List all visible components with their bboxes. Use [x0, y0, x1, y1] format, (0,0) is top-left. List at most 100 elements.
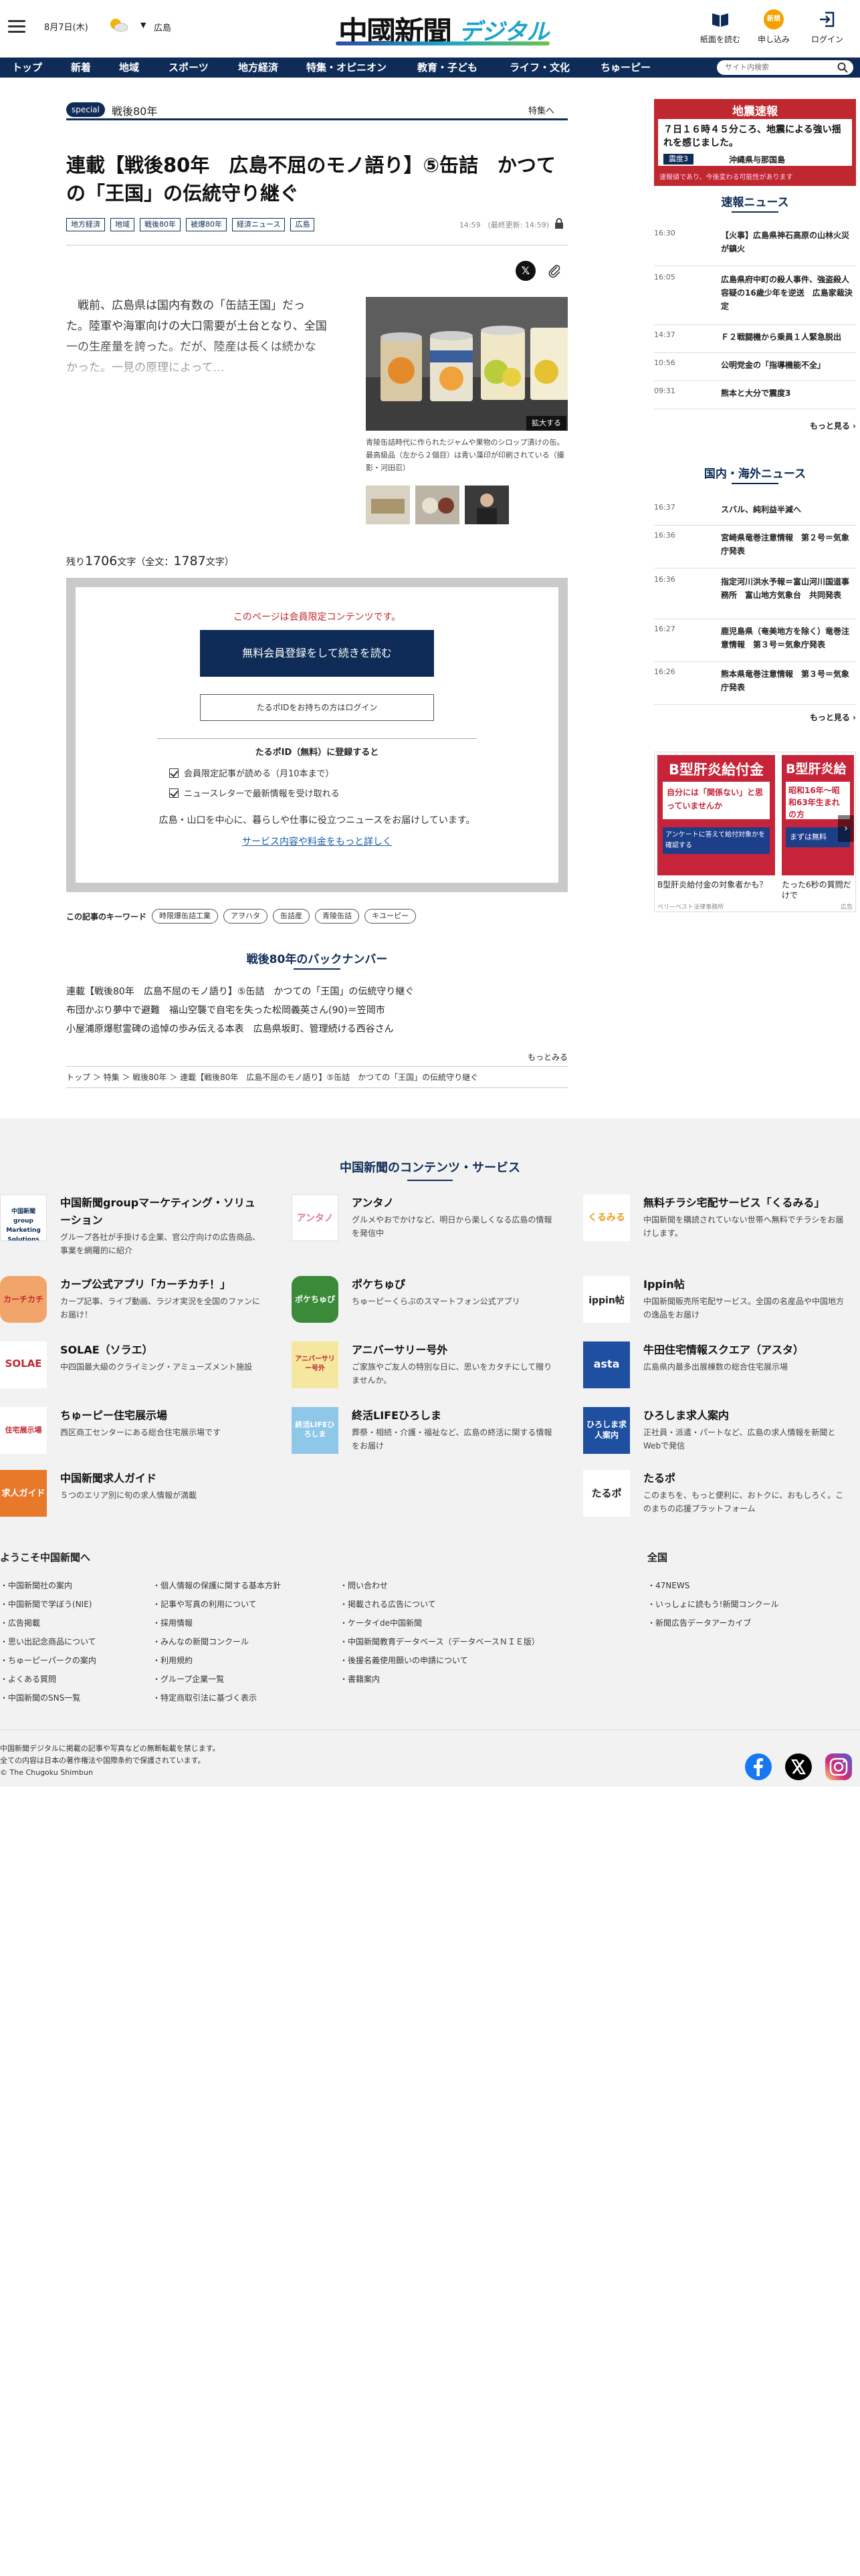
backnumber-more-link[interactable]: もっとみる [528, 1051, 568, 1063]
footer-link[interactable]: ・広告掲載 [0, 1617, 40, 1628]
footer-link[interactable]: ・みんなの新聞コンクール [152, 1636, 249, 1647]
world-news-item[interactable]: 16:27 鹿児島県（奄美地方を除く）竜巻注意情報 第３号＝気象庁発表 [654, 625, 856, 662]
footer-link[interactable]: ・グループ企業一覧 [152, 1673, 224, 1685]
world-more-link[interactable]: もっと見る › [810, 712, 856, 723]
register-button[interactable]: 無料会員登録をして続きを読む [200, 630, 434, 677]
facebook-icon[interactable] [744, 1752, 773, 1782]
nav-education[interactable]: 教育・子ども [417, 58, 477, 78]
weather-place[interactable]: 広島 [154, 21, 171, 33]
world-news-item[interactable]: 16:36 宮崎県竜巻注意情報 第２号＝気象庁発表 [654, 531, 856, 568]
footer-link[interactable]: ・中国新聞教育データベース（データベースＮＩＥ版） [340, 1636, 540, 1647]
nav-new[interactable]: 新着 [71, 58, 91, 78]
tag-item[interactable]: 被爆80年 [186, 218, 227, 231]
backnumber-item[interactable]: 布団かぶり夢中で避難 福山空襲で自宅を失った松岡義英さん(90)＝笠岡市 [66, 1003, 568, 1016]
footer-link[interactable]: ・よくある質問 [0, 1673, 56, 1685]
keyword-chip[interactable]: 青陵缶詰 [315, 909, 359, 924]
service-item[interactable]: SOLAE SOLAE（ソラエ） 中四国最大級のクライミング・アミューズメント施… [0, 1341, 261, 1392]
menu-icon[interactable] [8, 20, 25, 33]
service-item[interactable]: 住宅展示場 ちゅーピー住宅展示場 西区商工センターにある総合住宅展示場です [0, 1407, 261, 1458]
tag-item[interactable]: 地域 [110, 218, 134, 231]
service-item[interactable]: 求人ガイド 中国新聞求人ガイド ５つのエリア別に旬の求人情報が満載 [0, 1470, 261, 1521]
footer-link[interactable]: ・中国新聞社の案内 [0, 1580, 72, 1591]
breaking-item[interactable]: 16:30 【火事】広島県神石高原の山林火災が鎮火 [654, 229, 856, 266]
service-item[interactable]: asta 牛田住宅情報スクエア（アスタ） 広島県内最多出展棟数の総合住宅展示場 [583, 1341, 844, 1392]
nav-life[interactable]: ライフ・文化 [510, 58, 570, 78]
keyword-chip[interactable]: 時限爆缶詰工業 [152, 909, 218, 924]
subscribe-button[interactable]: 新規 申し込み [753, 9, 794, 51]
footer-link[interactable]: ・いっしょに読もう!新聞コンクール [647, 1598, 778, 1610]
footer-link[interactable]: ・後援名義使用願いの申請について [340, 1654, 468, 1666]
instagram-icon[interactable] [824, 1752, 853, 1782]
footer-link[interactable]: ・掲載される広告について [340, 1598, 436, 1610]
keyword-chip[interactable]: 缶詰産 [273, 909, 310, 924]
breaking-item[interactable]: 10:56 公明党金の「指導機能不全」 [654, 358, 856, 381]
breaking-item[interactable]: 09:31 熊本と大分で震度3 [654, 387, 856, 409]
article-photo[interactable] [366, 297, 568, 431]
ad-banner[interactable]: B型肝炎給付金 自分には「関係ない」と思っていませんか アンケートに答えて給付対… [654, 752, 856, 912]
breaking-item[interactable]: 14:37 Ｆ２戦闘機から乗員１人緊急脱出 [654, 330, 856, 353]
footer-link[interactable]: ・特定商取引法に基づく表示 [152, 1692, 257, 1703]
nav-region[interactable]: 地域 [119, 58, 139, 78]
service-item[interactable]: カーチカチ カープ公式アプリ「カーチカチ！」 カープ記事、ライブ動画、ラジオ実況… [0, 1276, 261, 1327]
keyword-chip[interactable]: キユーピー [364, 909, 416, 924]
login-button[interactable]: ログイン [807, 9, 848, 51]
search-input[interactable] [725, 62, 832, 73]
paywall-login-button[interactable]: たるポIDをお持ちの方はログイン [200, 694, 434, 721]
footer-link[interactable]: ・問い合わせ [340, 1580, 388, 1591]
service-item[interactable]: 中国新聞group Marketing Solutions 中国新聞groupマ… [0, 1194, 261, 1255]
keyword-chip[interactable]: アヲハタ [223, 909, 267, 924]
tag-item[interactable]: 経済ニュース [232, 218, 286, 231]
footer-link[interactable]: ・記事や写真の利用について [152, 1598, 257, 1610]
read-paper-button[interactable]: 紙面を読む [700, 9, 741, 51]
backnumber-item[interactable]: 連載【戦後80年 広島不屈のモノ語り】⑤缶詰 かつての「王国」の伝統守り継ぐ [66, 984, 568, 998]
world-news-item[interactable]: 16:37 スバル、純利益半減へ [654, 503, 856, 526]
expand-photo-button[interactable]: 拡大する [526, 416, 566, 431]
service-item[interactable]: たるポ たるポ このまちを、もっと便利に、おトクに、おもしろく。このまちの応援プ… [583, 1470, 844, 1521]
nav-economy[interactable]: 地方経済 [238, 58, 278, 78]
service-item[interactable]: アニバーサリー号外 アニバーサリー号外 ご家族やご友人の特別な日に、思いをカタチ… [292, 1341, 552, 1392]
footer-link[interactable]: ・ケータイde中国新聞 [340, 1617, 422, 1628]
service-item[interactable]: 終活LIFEひろしま 終活LIFEひろしま 葬祭・相続・介護・福祉など、広島の終… [292, 1407, 552, 1458]
special-title[interactable]: 戦後80年 [112, 102, 157, 118]
service-item[interactable]: ポケちゅぴ ポケちゅぴ ちゅーピーくらぶのスマートフォン公式アプリ [292, 1276, 552, 1327]
search-icon[interactable] [837, 62, 848, 73]
nav-chupy[interactable]: ちゅーピー [601, 58, 651, 78]
nav-sports[interactable]: スポーツ [169, 58, 209, 78]
footer-link[interactable]: ・ちゅーピーパークの案内 [0, 1654, 96, 1666]
footer-link[interactable]: ・書籍案内 [340, 1673, 380, 1685]
footer-link[interactable]: ・中国新聞のSNS一覧 [0, 1692, 80, 1703]
footer-link[interactable]: ・新聞広告データアーカイブ [647, 1617, 751, 1628]
footer-link[interactable]: ・中国新聞で学ぼう(NIE) [0, 1598, 92, 1610]
special-link[interactable]: 特集へ [528, 104, 554, 116]
ad-card[interactable]: B型肝炎給付金 自分には「関係ない」と思っていませんか アンケートに答えて給付対… [657, 755, 775, 875]
site-logo[interactable]: 中國新聞 デジタル [332, 7, 552, 49]
tag-item[interactable]: 戦後80年 [140, 218, 181, 231]
world-news-item[interactable]: 16:26 熊本県竜巻注意情報 第３号＝気象庁発表 [654, 667, 856, 705]
footer-link[interactable]: ・採用情報 [152, 1617, 193, 1628]
earthquake-alert[interactable]: 地震速報 ７日１６時４５分ころ、地震による強い揺れを感じました。 震度3 沖縄県… [654, 99, 856, 186]
service-details-link[interactable]: サービス内容や料金をもっと詳しく [76, 835, 558, 848]
footer-link[interactable]: ・利用規約 [152, 1654, 193, 1666]
x-icon[interactable] [784, 1752, 813, 1782]
footer-link[interactable]: ・思い出記念商品について [0, 1636, 96, 1647]
world-news-item[interactable]: 16:36 指定河川洪水予報＝富山河川国道事務所 富山地方気象台 共同発表 [654, 575, 856, 619]
photo-thumbnail[interactable] [366, 486, 410, 524]
weather-dropdown-icon[interactable]: ▼ [140, 21, 146, 29]
breadcrumb[interactable]: トップ ＞ 特集 ＞ 戦後80年 ＞ 連載【戦後80年 広島不屈のモノ語り】⑤缶… [66, 1071, 568, 1083]
ad-next-arrow-icon[interactable]: › [838, 815, 854, 842]
service-item[interactable]: アンタノ アンタノ グルメやおでかけなど、明日から楽しくなる広島の情報を発信中 [292, 1194, 552, 1245]
service-item[interactable]: ひろしま求人案内 ひろしま求人案内 正社員・派遣・パートなど、広島の求人情報を新… [583, 1407, 844, 1458]
footer-link[interactable]: ・47NEWS [647, 1580, 689, 1591]
footer-link[interactable]: ・個人情報の保護に関する基本方針 [152, 1580, 281, 1591]
photo-thumbnail[interactable] [465, 486, 509, 524]
copy-link-icon[interactable] [546, 263, 562, 279]
nav-top[interactable]: トップ [12, 58, 42, 78]
tag-item[interactable]: 地方経済 [66, 218, 105, 231]
service-item[interactable]: ippin帖 Ippin帖 中国新聞販売所宅配サービス。全国の名産品や中国地方の… [583, 1276, 844, 1327]
tag-item[interactable]: 広島 [290, 218, 315, 231]
breaking-item[interactable]: 16:05 広島県府中町の殺人事件、強盗殺人容疑の16歳少年を逆送 広島家裁決定 [654, 273, 856, 325]
nav-opinion[interactable]: 特集・オピニオン [306, 58, 387, 78]
photo-thumbnail[interactable] [415, 486, 459, 524]
backnumber-item[interactable]: 小屋浦原爆慰霊碑の追悼の歩み伝える本表 広島県坂町、管理続ける西谷さん [66, 1022, 568, 1035]
service-item[interactable]: くるみる 無料チラシ宅配サービス「くるみる」 中国新聞を購読されていない世帯へ無… [583, 1194, 844, 1245]
